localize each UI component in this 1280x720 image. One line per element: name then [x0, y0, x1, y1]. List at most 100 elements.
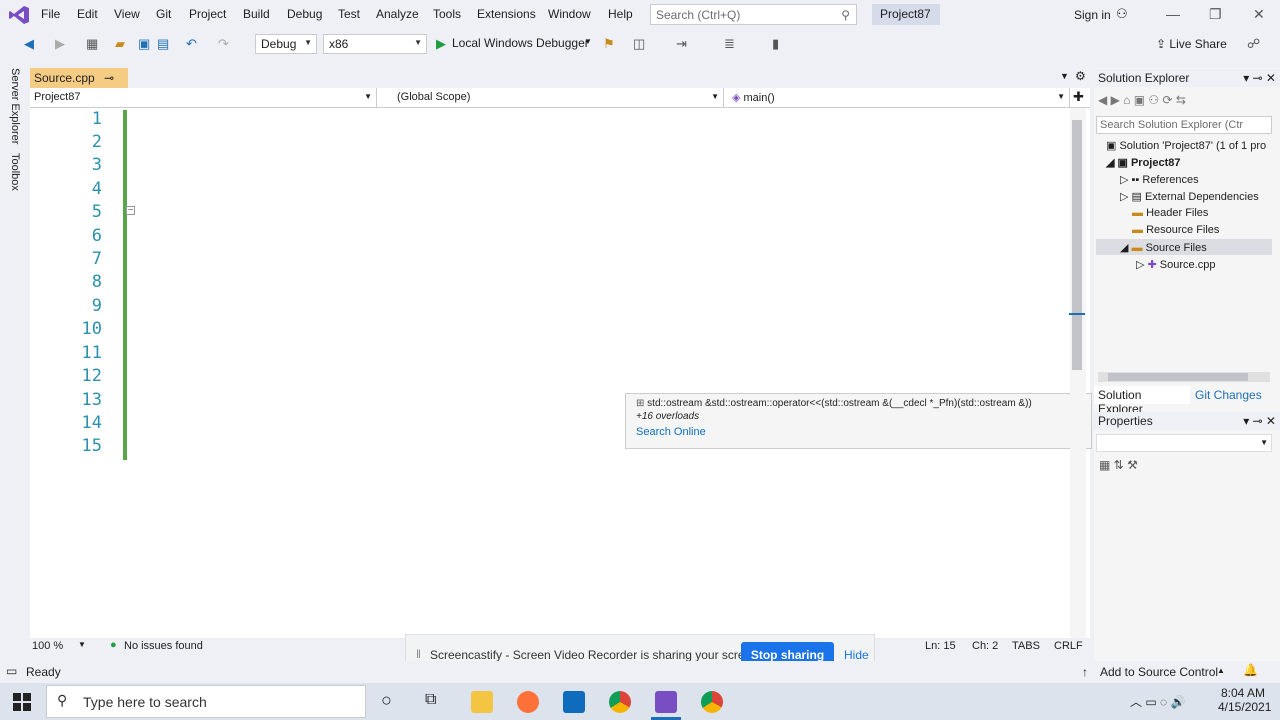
live-share-button[interactable]: ⇪ Live Share [1156, 37, 1227, 51]
new-project-icon[interactable]: ▦ [86, 36, 98, 52]
properties-object-dropdown[interactable]: ▼ [1096, 434, 1272, 452]
file-explorer-icon[interactable] [471, 691, 493, 713]
tab-git-changes[interactable]: Git Changes [1192, 386, 1265, 404]
notification-bell-icon[interactable]: 🔔 [1243, 663, 1258, 677]
cpp-project-icon: ▣ [1117, 157, 1131, 169]
solution-search-input[interactable]: Search Solution Explorer (Ctr [1096, 116, 1272, 134]
scroll-thumb[interactable] [1108, 373, 1248, 381]
pin-icon[interactable]: ⊸ [104, 71, 114, 85]
vertical-scrollbar[interactable] [1069, 108, 1086, 638]
menu-git[interactable]: Git [156, 7, 171, 21]
line-ending[interactable]: CRLF [1054, 640, 1083, 652]
chevron-up-icon[interactable]: ▲ [1217, 666, 1225, 675]
tree-external-dependencies[interactable]: ▷ ▤ External Dependencies [1120, 190, 1259, 203]
comment-icon[interactable]: ≣ [724, 36, 735, 52]
menu-tools[interactable]: Tools [433, 7, 461, 21]
scope-nav-dropdown[interactable]: (Global Scope) ▼ [377, 88, 724, 107]
chevron-down-icon[interactable]: ▼ [1060, 71, 1069, 81]
run-debugger-button[interactable]: Local Windows Debugger [452, 36, 589, 50]
platform-dropdown[interactable]: x86 ▼ [323, 34, 427, 54]
open-folder-icon[interactable]: ▰ [115, 36, 125, 52]
panel-controls-icon[interactable]: ▾ ⊸ ✕ [1243, 71, 1276, 85]
feedback-icon[interactable]: ☍ [1247, 36, 1260, 52]
menu-test[interactable]: Test [338, 7, 360, 21]
line-number: 10 [81, 319, 102, 339]
save-all-icon[interactable]: ▤ [157, 36, 169, 52]
menu-view[interactable]: View [114, 7, 140, 21]
code-editor[interactable] [30, 108, 1090, 638]
undo-icon[interactable]: ↶ [186, 36, 197, 52]
tree-references[interactable]: ▷ ▪▪ References [1120, 173, 1199, 186]
member-nav-dropdown[interactable]: ◈ main() ▼ [724, 88, 1070, 107]
taskbar-search-input[interactable]: ⚲ Type here to search [46, 685, 366, 718]
tab-source-cpp[interactable]: Source.cpp ⊸ ✕ [30, 68, 128, 99]
visual-studio-logo-icon[interactable] [8, 5, 30, 25]
config-dropdown[interactable]: Debug ▼ [255, 34, 317, 54]
tree-source-cpp[interactable]: ▷ ✚ Source.cpp [1136, 258, 1215, 271]
visual-studio-taskbar-icon[interactable] [655, 691, 677, 713]
chrome-icon[interactable] [609, 691, 631, 713]
tree-project[interactable]: ◢ ▣ Project87 [1106, 156, 1181, 169]
panel-controls-icon[interactable]: ▾ ⊸ ✕ [1243, 414, 1276, 428]
tree-header-files[interactable]: ▬ Header Files [1132, 207, 1208, 219]
tabs-mode[interactable]: TABS [1012, 640, 1040, 652]
cortana-icon[interactable]: ○ [381, 690, 392, 711]
close-icon[interactable]: ✕ [1253, 6, 1265, 23]
tab-solution-explorer[interactable]: Solution Explorer [1094, 386, 1190, 416]
chrome-profile-icon[interactable] [701, 691, 723, 713]
gear-icon[interactable]: ⚙ [1075, 69, 1086, 83]
firefox-icon[interactable] [517, 691, 539, 713]
wrench-icon[interactable]: ⚒ [1127, 458, 1138, 472]
issues-status[interactable]: No issues found [124, 640, 203, 652]
menu-debug[interactable]: Debug [287, 7, 322, 21]
line-number: 15 [81, 436, 102, 456]
task-view-icon[interactable]: ⧉ [425, 691, 436, 709]
forward-icon[interactable]: ▶ [55, 36, 65, 52]
minimize-icon[interactable]: — [1166, 6, 1180, 22]
hot-reload-icon[interactable]: ⚑ [603, 36, 615, 52]
search-online-link[interactable]: Search Online [636, 426, 706, 438]
hide-button[interactable]: Hide [844, 648, 869, 662]
user-icon[interactable]: ⚇ [1116, 6, 1128, 22]
server-explorer-tab[interactable]: Server Explorer [9, 68, 21, 144]
home-icon[interactable]: ⌂ ▣ ⚇ ⟳ ⇆ [1123, 93, 1186, 107]
windows-start-icon[interactable] [13, 693, 31, 711]
scroll-thumb[interactable] [1072, 120, 1082, 370]
save-icon[interactable]: ▣ [138, 36, 150, 52]
restore-icon[interactable]: ❐ [1209, 6, 1222, 23]
zoom-level[interactable]: 100 % [32, 640, 63, 652]
menu-window[interactable]: Window [548, 7, 591, 21]
chevron-down-icon[interactable]: ▼ [78, 640, 86, 649]
tree-resource-files[interactable]: ▬ Resource Files [1132, 224, 1219, 236]
menu-file[interactable]: File [41, 7, 60, 21]
play-icon[interactable]: ▶ [436, 36, 446, 52]
bookmark-icon[interactable]: ⇥ [676, 36, 687, 52]
tray-icons[interactable]: ︿ ▭ ◌ 🔊 [1130, 693, 1185, 710]
menu-analyze[interactable]: Analyze [376, 7, 419, 21]
add-source-control-button[interactable]: Add to Source Control [1100, 665, 1218, 679]
redo-icon[interactable]: ↷ [218, 36, 229, 52]
taskbar-clock[interactable]: 8:04 AM 4/15/2021 [1218, 686, 1271, 714]
collapse-icon[interactable]: − [126, 206, 135, 216]
tree-solution[interactable]: ▣ Solution 'Project87' (1 of 1 pro [1106, 139, 1266, 152]
browse-icon[interactable]: ◫ [633, 36, 645, 52]
project-nav-dropdown[interactable]: Project87 ▼ [30, 88, 377, 107]
menu-build[interactable]: Build [243, 7, 270, 21]
back-icon[interactable]: ◀ [24, 36, 34, 52]
outlook-icon[interactable] [563, 691, 585, 713]
menu-project[interactable]: Project [189, 7, 226, 21]
chevron-down-icon[interactable]: ▼ [584, 37, 592, 46]
search-input[interactable]: Search (Ctrl+Q) ⚲ [650, 4, 857, 25]
flag-icon[interactable]: ▮ [772, 36, 779, 52]
back-icon[interactable]: ◀ ▶ [1098, 93, 1123, 107]
tree-source-files[interactable]: ◢ ▬ Source Files [1096, 239, 1272, 255]
toolbox-tab[interactable]: Toolbox [9, 153, 21, 191]
sign-in-link[interactable]: Sign in [1074, 8, 1111, 22]
menu-help[interactable]: Help [608, 7, 633, 21]
split-icon[interactable]: ✚ [1073, 89, 1084, 105]
alphabetical-icon[interactable]: ⇅ [1114, 458, 1127, 472]
menu-extensions[interactable]: Extensions [477, 7, 536, 21]
categorized-icon[interactable]: ▦ [1099, 458, 1114, 472]
horizontal-scrollbar[interactable] [1098, 372, 1270, 382]
menu-edit[interactable]: Edit [77, 7, 98, 21]
